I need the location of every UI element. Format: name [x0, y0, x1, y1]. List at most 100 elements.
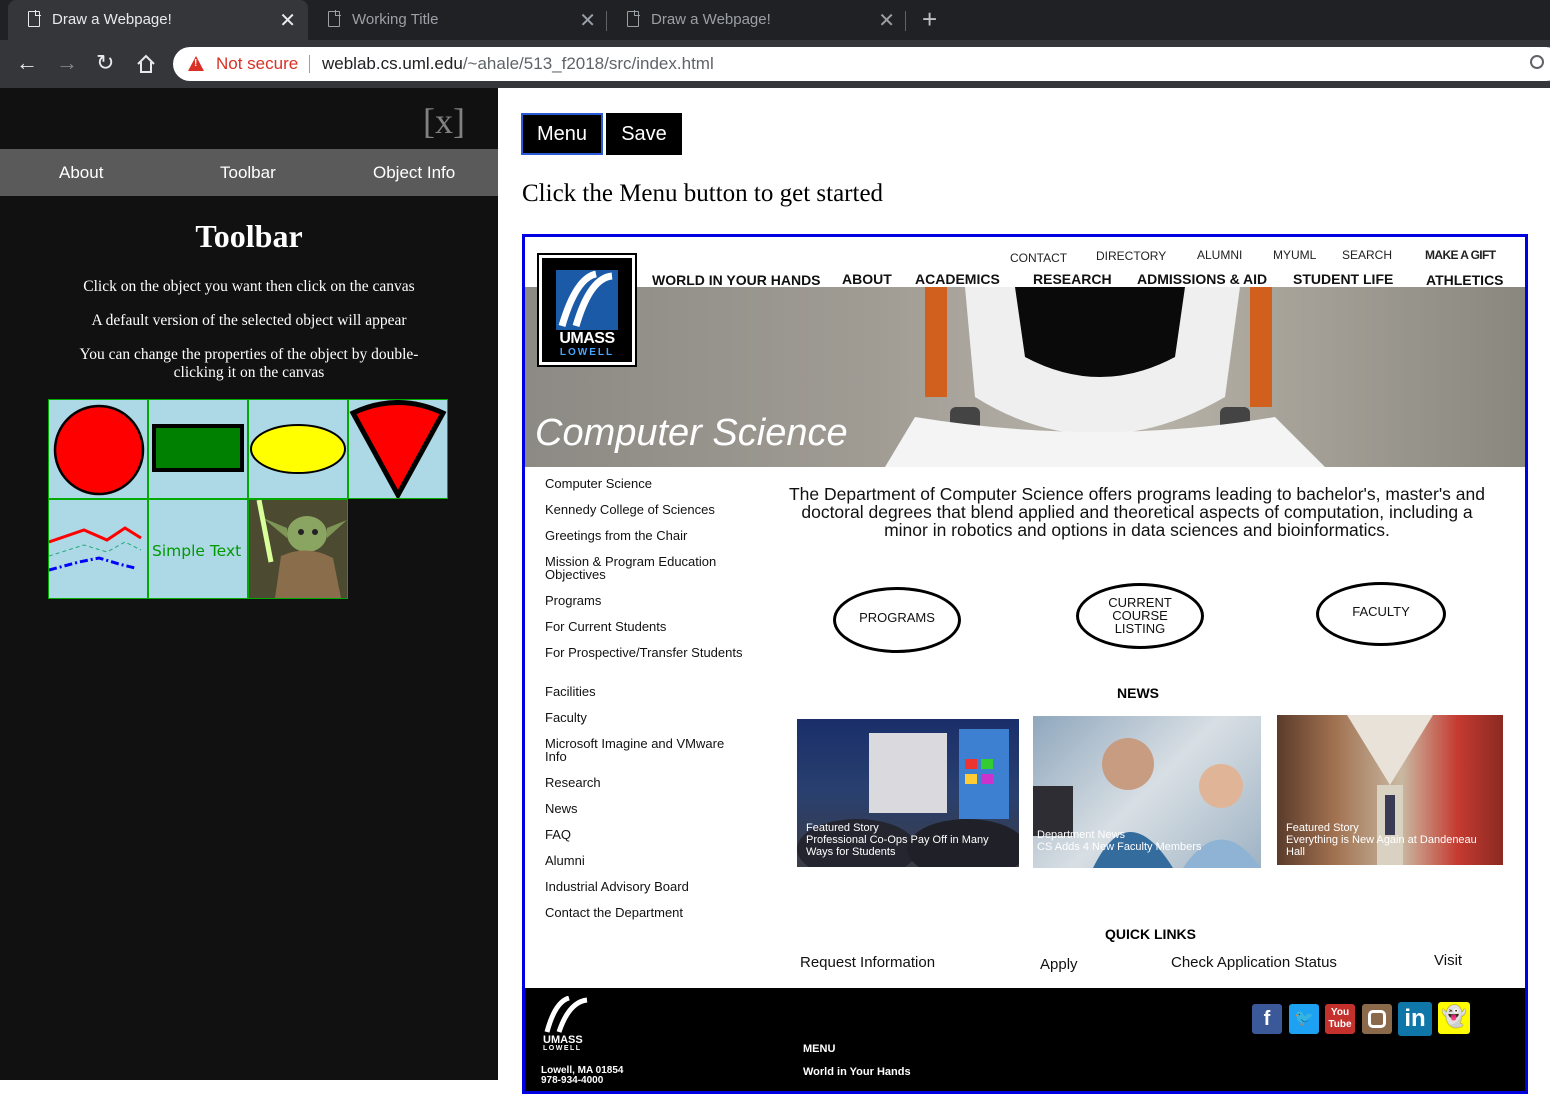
- footer-phone: 978-934-4000: [541, 1075, 604, 1086]
- instagram-icon[interactable]: [1362, 1004, 1392, 1034]
- polyline-tool[interactable]: [48, 499, 148, 599]
- site-footer: UMASS LOWELL Lowell, MA 01854 978-934-40…: [525, 988, 1525, 1091]
- side-link[interactable]: FAQ: [545, 828, 745, 841]
- security-status[interactable]: Not secure: [216, 54, 298, 74]
- faculty-oval-button[interactable]: FACULTY: [1316, 582, 1446, 646]
- top-link-contact[interactable]: CONTACT: [1010, 251, 1067, 265]
- quick-link-application-status[interactable]: Check Application Status: [1171, 954, 1337, 971]
- text-tool[interactable]: Simple Text: [148, 499, 248, 599]
- umass-logo-icon: [556, 270, 618, 330]
- snapchat-icon[interactable]: 👻: [1438, 1002, 1470, 1034]
- home-icon[interactable]: [136, 54, 156, 74]
- top-link-search[interactable]: SEARCH: [1342, 248, 1392, 262]
- side-link[interactable]: Contact the Department: [545, 906, 745, 919]
- url-path: /~ahale/513_f2018/src/index.html: [462, 54, 714, 73]
- side-link[interactable]: For Prospective/Transfer Students: [545, 646, 745, 659]
- yoda-image-icon: [249, 499, 347, 598]
- top-link-myuml[interactable]: MYUML: [1273, 248, 1316, 262]
- top-link-make-a-gift[interactable]: MAKE A GIFT: [1425, 248, 1496, 262]
- forward-icon[interactable]: →: [56, 50, 78, 76]
- nav-academics[interactable]: ACADEMICS: [915, 271, 1000, 287]
- nav-athletics[interactable]: ATHLETICS: [1426, 272, 1504, 288]
- tab-divider: [905, 11, 906, 31]
- logo-subtext: LOWELL: [559, 347, 615, 358]
- logo-text: UMASS: [559, 330, 615, 347]
- circle-icon: [53, 404, 145, 496]
- news-card[interactable]: Featured Story Professional Co-Ops Pay Of…: [797, 719, 1019, 867]
- side-link[interactable]: Industrial Advisory Board: [545, 880, 745, 893]
- sidebar-nav-about[interactable]: About: [59, 163, 103, 183]
- side-link[interactable]: Kennedy College of Sciences: [545, 503, 745, 516]
- side-link[interactable]: Facilities: [545, 685, 745, 698]
- back-icon[interactable]: ←: [16, 50, 38, 76]
- facebook-icon[interactable]: f: [1252, 1004, 1282, 1034]
- quick-link-request-info[interactable]: Request Information: [800, 954, 935, 971]
- ellipse-tool[interactable]: [248, 399, 348, 499]
- reload-icon[interactable]: ↻: [96, 50, 114, 76]
- side-link[interactable]: News: [545, 802, 745, 815]
- url-host: weblab.cs.uml.edu: [322, 54, 463, 73]
- news-card[interactable]: Department News CS Adds 4 New Faculty Mem…: [1033, 716, 1261, 868]
- sidebar-nav-toolbar[interactable]: Toolbar: [220, 163, 276, 183]
- hero-image: Computer Science: [525, 287, 1525, 467]
- umass-lowell-logo[interactable]: UMASS LOWELL: [537, 253, 637, 367]
- programs-oval-button[interactable]: PROGRAMS: [833, 587, 961, 653]
- sidebar-nav-object-info[interactable]: Object Info: [373, 163, 455, 183]
- zoom-icon[interactable]: [1530, 55, 1544, 69]
- side-link[interactable]: For Current Students: [545, 620, 745, 633]
- side-link[interactable]: Computer Science: [545, 477, 745, 490]
- side-link[interactable]: Faculty: [545, 711, 745, 724]
- url-text[interactable]: weblab.cs.uml.edu/~ahale/513_f2018/src/i…: [322, 54, 714, 74]
- side-link[interactable]: Programs: [545, 594, 745, 607]
- document-icon: [28, 10, 41, 27]
- rectangle-icon: [152, 424, 244, 472]
- close-tab-icon[interactable]: ✕: [579, 8, 596, 33]
- close-sidebar-button[interactable]: [x]: [423, 100, 465, 142]
- footer-menu-item[interactable]: World in Your Hands: [803, 1066, 911, 1078]
- ellipse-icon: [250, 424, 346, 474]
- quick-links-heading: QUICK LINKS: [1105, 926, 1196, 942]
- course-listing-oval-button[interactable]: CURRENT COURSE LISTING: [1076, 583, 1204, 649]
- side-link[interactable]: Alumni: [545, 854, 745, 867]
- circle-tool[interactable]: [48, 399, 148, 499]
- address-bar[interactable]: Not secure weblab.cs.uml.edu/~ahale/513_…: [173, 47, 1550, 81]
- rectangle-tool[interactable]: [148, 399, 248, 499]
- side-link[interactable]: Microsoft Imagine and VMware Info: [545, 737, 745, 763]
- pie-slice-icon: [349, 400, 447, 501]
- linkedin-icon[interactable]: in: [1398, 1002, 1432, 1036]
- side-link[interactable]: Research: [545, 776, 745, 789]
- quick-link-visit[interactable]: Visit: [1434, 952, 1462, 969]
- side-link[interactable]: Greetings from the Chair: [545, 529, 745, 542]
- nav-about[interactable]: ABOUT: [842, 271, 892, 287]
- image-tool[interactable]: [248, 499, 348, 599]
- side-link[interactable]: Mission & Program Education Objectives: [545, 555, 745, 581]
- polyline-icon: [48, 526, 142, 572]
- close-tab-icon[interactable]: ✕: [878, 8, 895, 33]
- tab-draw-webpage[interactable]: Draw a Webpage! ✕: [607, 0, 907, 40]
- save-button[interactable]: Save: [606, 113, 682, 155]
- nav-world-in-your-hands[interactable]: WORLD IN YOUR HANDS: [652, 272, 821, 288]
- sidebar-nav: About Toolbar Object Info: [0, 149, 498, 196]
- tab-working-title[interactable]: Working Title ✕: [308, 0, 608, 40]
- new-tab-icon[interactable]: +: [922, 4, 937, 35]
- nav-research[interactable]: RESEARCH: [1033, 271, 1112, 287]
- footer-menu-heading: MENU: [803, 1043, 836, 1055]
- quick-link-apply[interactable]: Apply: [1040, 956, 1078, 973]
- top-link-alumni[interactable]: ALUMNI: [1197, 248, 1242, 262]
- warning-icon: [188, 56, 204, 71]
- menu-button[interactable]: Menu: [521, 113, 603, 155]
- prompt-text: Click the Menu button to get started: [522, 180, 884, 207]
- close-tab-icon[interactable]: ✕: [279, 8, 296, 33]
- nav-student-life[interactable]: STUDENT LIFE: [1293, 271, 1393, 287]
- divider: [309, 55, 310, 73]
- news-card[interactable]: Featured Story Everything is New Again at…: [1277, 715, 1503, 865]
- nav-admissions-aid[interactable]: ADMISSIONS & AID: [1137, 271, 1267, 287]
- youtube-icon[interactable]: You Tube: [1325, 1004, 1355, 1034]
- twitter-icon[interactable]: 🐦: [1289, 1004, 1319, 1034]
- instruction-text: A default version of the selected object…: [91, 312, 407, 329]
- sidebar: [x] About Toolbar Object Info Toolbar Cl…: [0, 88, 498, 1080]
- drawing-canvas[interactable]: Computer Science UMASS LOWELL CONTACT DI…: [522, 234, 1528, 1094]
- tab-draw-webpage-active[interactable]: Draw a Webpage! ✕: [8, 0, 308, 40]
- pie-slice-tool[interactable]: [348, 399, 448, 501]
- top-link-directory[interactable]: DIRECTORY: [1096, 249, 1166, 263]
